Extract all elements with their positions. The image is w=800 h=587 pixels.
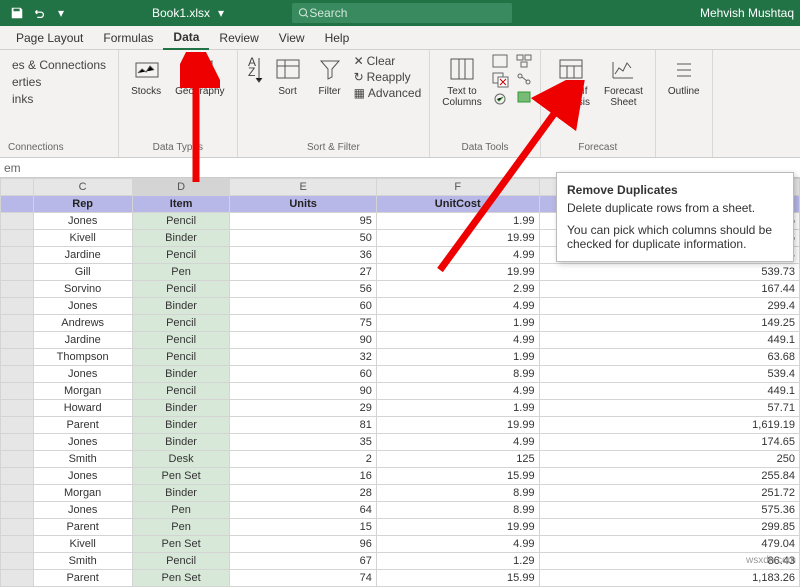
tab-review[interactable]: Review [209,27,268,49]
tab-help[interactable]: Help [315,27,360,49]
ribbon: es & Connections erties inks Connections… [0,50,800,158]
properties[interactable]: erties [12,75,106,89]
clear-filter[interactable]: ✕ Clear [354,54,422,68]
outline-button[interactable]: Outline [664,54,704,99]
col-header[interactable] [1,179,34,196]
tooltip-title: Remove Duplicates [567,183,678,197]
tab-formulas[interactable]: Formulas [93,27,163,49]
group-label: Connections [8,142,64,153]
col-header[interactable]: E [230,179,376,196]
relationships-icon[interactable] [516,72,532,86]
table-row[interactable]: ParentPen Set7415.991,183.26 [1,570,800,587]
table-row[interactable]: JonesBinder608.99539.4 [1,366,800,383]
what-if-button[interactable]: What-If Analysis [549,54,594,110]
table-row[interactable]: GillPen2719.99539.73 [1,264,800,281]
table-row[interactable]: ParentBinder8119.991,619.19 [1,417,800,434]
table-row[interactable]: JonesBinder604.99299.4 [1,298,800,315]
table-row[interactable]: JardinePencil904.99449.1 [1,332,800,349]
filename: Book1.xlsx [152,6,210,20]
col-header[interactable]: D [132,179,230,196]
forecast-sheet-button[interactable]: Forecast Sheet [600,54,647,110]
chevron-down-icon[interactable]: ▾ [50,2,72,24]
table-row[interactable]: JonesPen648.99575.36 [1,502,800,519]
sort-az-buttons[interactable]: AZ [246,54,264,86]
remove-duplicates-button[interactable] [492,72,510,88]
table-row[interactable]: SorvinoPencil562.99167.44 [1,281,800,298]
col-header[interactable]: F [376,179,539,196]
sort-button[interactable]: Sort [270,54,306,99]
tooltip-line1: Delete duplicate rows from a sheet. [567,201,783,215]
consolidate-icon[interactable] [516,54,532,68]
tab-page-layout[interactable]: Page Layout [6,27,93,49]
remove-duplicates-tooltip: Remove Duplicates Delete duplicate rows … [556,172,794,262]
group-label: Data Tools [461,142,508,153]
table-row[interactable]: JonesPen Set1615.99255.84 [1,468,800,485]
tooltip-line2: You can pick which columns should be che… [567,223,783,251]
search-box[interactable] [292,3,512,23]
manage-data-model-icon[interactable] [516,90,532,104]
group-label: Sort & Filter [307,142,360,153]
data-validation-icon[interactable] [492,92,510,106]
advanced-filter[interactable]: ▦ Advanced [354,86,422,100]
edit-links[interactable]: inks [12,92,106,106]
table-row[interactable]: ThompsonPencil321.9963.68 [1,349,800,366]
chevron-down-icon[interactable]: ▾ [210,2,232,24]
group-label: Forecast [578,142,617,153]
watermark: wsxdn.com [746,555,796,566]
table-row[interactable]: MorganBinder288.99251.72 [1,485,800,502]
table-row[interactable]: AndrewsPencil751.99149.25 [1,315,800,332]
filter-button[interactable]: Filter [312,54,348,99]
tab-view[interactable]: View [269,27,315,49]
reapply-filter[interactable]: ↻ Reapply [354,70,422,84]
geography-button[interactable]: Geography [171,54,228,99]
user-name[interactable]: Mehvish Mushtaq [700,6,794,20]
stocks-button[interactable]: Stocks [127,54,165,99]
table-row[interactable]: JonesBinder354.99174.65 [1,434,800,451]
undo-icon[interactable] [28,2,50,24]
search-icon [298,7,309,19]
table-row[interactable]: ParentPen1519.99299.85 [1,519,800,536]
table-row[interactable]: HowardBinder291.9957.71 [1,400,800,417]
connections-group: es & Connections erties inks [8,54,110,110]
table-row[interactable]: KivellPen Set964.99479.04 [1,536,800,553]
title-bar: ▾ Book1.xlsx ▾ Mehvish Mushtaq [0,0,800,26]
save-icon[interactable] [6,2,28,24]
queries-connections[interactable]: es & Connections [12,58,106,72]
tab-data[interactable]: Data [163,26,209,50]
table-row[interactable]: MorganPencil904.99449.1 [1,383,800,400]
ribbon-tabs: Page Layout Formulas Data Review View He… [0,26,800,50]
table-row[interactable]: SmithPencil671.2986.43 [1,553,800,570]
group-label: Data Types [153,142,203,153]
table-row[interactable]: SmithDesk2125250 [1,451,800,468]
text-to-columns-button[interactable]: Text to Columns [438,54,485,110]
search-input[interactable] [309,6,506,20]
flash-fill-icon[interactable] [492,54,510,68]
svg-text:Z: Z [248,65,255,79]
col-header[interactable]: C [33,179,132,196]
